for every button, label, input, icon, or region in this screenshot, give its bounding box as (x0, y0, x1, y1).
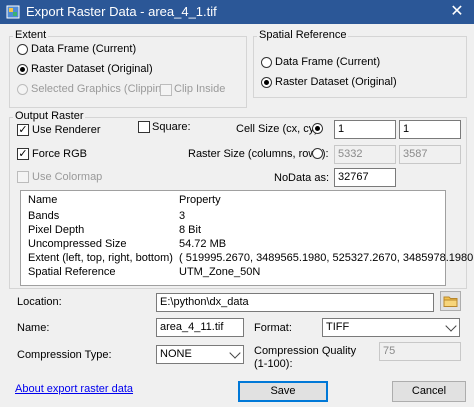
row-value: UTM_Zone_50N (179, 266, 261, 278)
clip-inside-label: Clip Inside (174, 83, 226, 95)
clip-inside-checkbox[interactable] (160, 84, 172, 96)
compression-type-select[interactable]: NONE (156, 345, 244, 364)
row-value: 3 (179, 210, 186, 222)
header-name: Name (28, 194, 58, 206)
name-label: Name: (17, 322, 50, 334)
row-name: Bands (28, 210, 60, 222)
spatial-reference-legend: Spatial Reference (257, 29, 349, 41)
row-name: Extent (left, top, right, bottom) (28, 252, 173, 264)
table-header: Name Property (21, 194, 445, 208)
use-renderer-label: Use Renderer (32, 124, 101, 136)
title-bar: Export Raster Data - area_4_1.tif ✕ (0, 0, 474, 24)
extent-raster-dataset-label: Raster Dataset (Original) (31, 63, 153, 75)
use-colormap-label: Use Colormap (32, 171, 103, 183)
extent-raster-dataset-radio[interactable] (17, 64, 28, 75)
cell-size-radio[interactable] (312, 123, 323, 134)
nodata-label: NoData as: (274, 172, 330, 184)
cell-size-y-input[interactable]: 1 (399, 120, 461, 139)
compression-quality-input[interactable]: 75 (379, 342, 461, 361)
name-input[interactable]: area_4_11.tif (156, 318, 244, 337)
output-raster-legend: Output Raster (13, 110, 86, 122)
app-icon (6, 5, 20, 19)
location-label: Location: (17, 296, 62, 308)
use-renderer-checkbox[interactable]: ✓ (17, 124, 29, 136)
sr-data-frame-radio[interactable] (261, 57, 272, 68)
extent-data-frame-label: Data Frame (Current) (31, 43, 137, 55)
chevron-down-icon (229, 347, 241, 359)
format-value: TIFF (326, 321, 350, 333)
properties-table: Name Property Bands 3 Pixel Depth 8 Bit … (20, 190, 474, 286)
close-icon[interactable]: ✕ (440, 0, 474, 24)
save-button[interactable]: Save (238, 381, 328, 402)
square-checkbox[interactable] (138, 121, 150, 133)
force-rgb-label: Force RGB (32, 148, 88, 160)
nodata-input[interactable]: 32767 (334, 168, 396, 187)
row-value: 8 Bit (179, 224, 202, 236)
table-row: Extent (left, top, right, bottom) ( 5199… (21, 252, 474, 266)
header-property: Property (179, 194, 221, 206)
compression-type-value: NONE (160, 348, 192, 360)
table-row: Pixel Depth 8 Bit (21, 224, 445, 238)
raster-rows-input[interactable]: 3587 (399, 145, 461, 164)
use-colormap-checkbox[interactable] (17, 171, 29, 183)
format-label: Format: (254, 322, 292, 334)
chevron-down-icon (445, 320, 457, 332)
raster-size-radio[interactable] (312, 148, 323, 159)
cell-size-x-input[interactable]: 1 (334, 120, 396, 139)
format-select[interactable]: TIFF (322, 318, 460, 337)
about-export-link[interactable]: About export raster data (15, 383, 133, 395)
sr-raster-dataset-radio[interactable] (261, 77, 272, 88)
row-value: 54.72 MB (179, 238, 227, 250)
extent-data-frame-radio[interactable] (17, 44, 28, 55)
table-row: Spatial Reference UTM_Zone_50N (21, 266, 445, 280)
sr-data-frame-label: Data Frame (Current) (275, 56, 381, 68)
extent-selected-graphics-label: Selected Graphics (Clipping) (31, 83, 172, 95)
compression-quality-label: Compression Quality (254, 345, 357, 357)
compression-type-label: Compression Type: (17, 349, 112, 361)
location-input[interactable]: E:\python\dx_data (156, 293, 434, 312)
raster-columns-input[interactable]: 5332 (334, 145, 396, 164)
row-name: Pixel Depth (28, 224, 85, 236)
cell-size-label: Cell Size (cx, cy): (236, 123, 321, 135)
raster-size-label: Raster Size (columns, rows): (188, 148, 329, 160)
window-title: Export Raster Data - area_4_1.tif (26, 4, 217, 19)
compression-quality-range: (1-100): (254, 358, 293, 370)
folder-icon (443, 296, 458, 307)
browse-folder-button[interactable] (440, 291, 461, 311)
row-value: ( 519995.2670, 3489565.1980, 525327.2670… (179, 252, 474, 264)
force-rgb-checkbox[interactable]: ✓ (17, 148, 29, 160)
sr-raster-dataset-label: Raster Dataset (Original) (275, 76, 397, 88)
table-row: Bands 3 (21, 210, 445, 224)
square-label: Square: (152, 121, 191, 133)
cancel-button[interactable]: Cancel (392, 381, 466, 402)
row-name: Uncompressed Size (28, 238, 127, 250)
extent-selected-graphics-radio[interactable] (17, 84, 28, 95)
row-name: Spatial Reference (28, 266, 116, 278)
table-row: Uncompressed Size 54.72 MB (21, 238, 445, 252)
extent-legend: Extent (13, 29, 49, 41)
